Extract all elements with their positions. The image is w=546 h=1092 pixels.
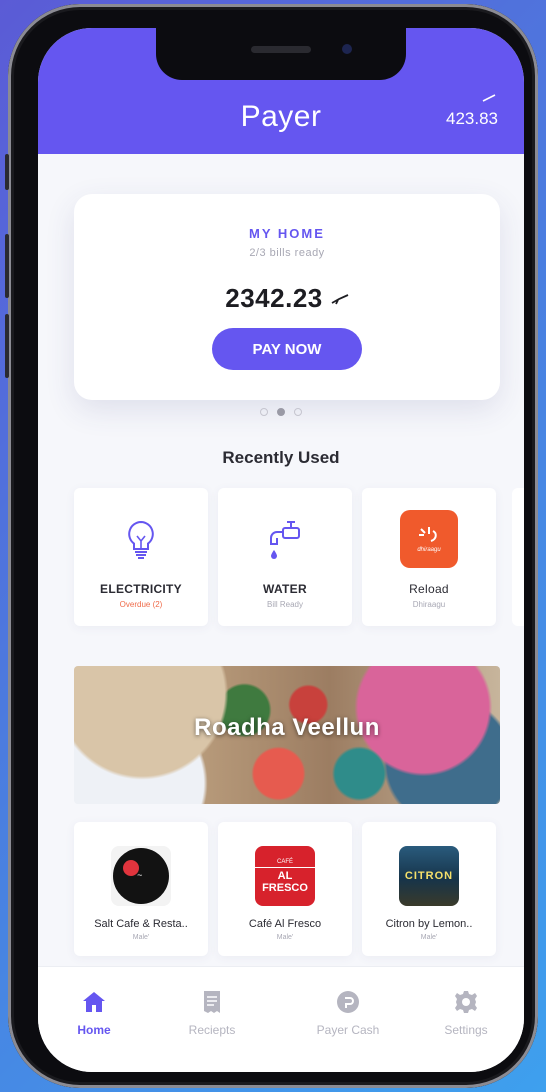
- service-tile-electricity[interactable]: ELECTRICITY Overdue (2): [74, 488, 208, 626]
- rufiyaa-currency-icon: [331, 293, 349, 304]
- rufiyaa-currency-icon: [482, 94, 496, 102]
- phone-notch: [156, 28, 406, 80]
- next-tile-peek[interactable]: [512, 488, 524, 626]
- volume-down-button: [5, 314, 9, 378]
- logo-small-text: CAFÉ: [276, 858, 293, 865]
- mute-switch: [5, 154, 9, 190]
- service-status: Overdue (2): [119, 600, 163, 609]
- phone-frame: Payer 423.83 MY HOME 2/3 bills ready 234…: [5, 4, 538, 1088]
- carousel-dot-active[interactable]: [277, 408, 285, 416]
- recently-used-heading: Recently Used: [222, 448, 340, 467]
- merchant-location: Male': [276, 934, 294, 941]
- merchant-name: Salt Cafe & Resta..: [94, 918, 188, 930]
- citron-logo-text: CITRON: [404, 870, 454, 882]
- carousel-dot[interactable]: [260, 408, 268, 416]
- payer-cash-icon: [298, 989, 398, 1015]
- merchant-name: Café Al Fresco: [248, 918, 322, 930]
- salt-logo-script: ~: [137, 870, 143, 880]
- service-label: WATER: [263, 582, 307, 596]
- tab-home[interactable]: Home: [44, 989, 144, 1037]
- wallet-balance[interactable]: 423.83: [446, 109, 498, 129]
- service-status: Dhiraagu: [412, 600, 446, 609]
- service-label: Reload: [409, 582, 449, 596]
- speaker: [251, 46, 311, 53]
- tab-receipts[interactable]: Reciepts: [162, 989, 262, 1037]
- merchant-list: ~ Salt Cafe & Resta.. Male' CAFÉ AL FRES…: [74, 822, 496, 956]
- tab-label: Home: [77, 1023, 111, 1037]
- bill-amount-value: 2342.23: [225, 283, 323, 313]
- logo-big-text: AL FRESCO: [255, 866, 315, 894]
- merchant-location: Male': [420, 934, 438, 941]
- carousel-dot[interactable]: [294, 408, 302, 416]
- bills-ready-status: 2/3 bills ready: [249, 247, 325, 259]
- service-label: ELECTRICITY: [100, 582, 182, 596]
- cafe-al-fresco-logo: CAFÉ AL FRESCO: [255, 846, 315, 906]
- salt-logo-disc: ~: [113, 848, 169, 904]
- bottom-tab-bar: Home Reciepts Payer Cash Settings: [38, 966, 524, 1072]
- service-status: Bill Ready: [266, 600, 303, 609]
- merchant-card[interactable]: CITRON Citron by Lemon.. Male': [362, 822, 496, 956]
- dhiraagu-mark-icon: [419, 527, 437, 542]
- merchant-location: Male': [132, 934, 150, 941]
- citron-logo: CITRON: [399, 846, 459, 906]
- bill-summary-card[interactable]: MY HOME 2/3 bills ready 2342.23 PAY NOW: [74, 194, 500, 400]
- app-screen: Payer 423.83 MY HOME 2/3 bills ready 234…: [38, 28, 524, 1072]
- carousel-indicator[interactable]: [38, 408, 524, 416]
- service-tile-water[interactable]: WATER Bill Ready: [218, 488, 352, 626]
- recently-used-list: ELECTRICITY Overdue (2) WATER Bill Ready: [74, 488, 496, 626]
- pay-now-button[interactable]: PAY NOW: [212, 328, 362, 370]
- merchant-card[interactable]: ~ Salt Cafe & Resta.. Male': [74, 822, 208, 956]
- tab-label: Reciepts: [188, 1023, 236, 1037]
- promo-banner[interactable]: Roadha Veellun: [74, 666, 500, 804]
- card-title: MY HOME: [249, 226, 325, 241]
- dhiraagu-logo: dhiraagu: [400, 510, 458, 568]
- water-tap-icon: [218, 518, 352, 564]
- banner-title: Roadha Veellun: [194, 714, 380, 741]
- merchant-card[interactable]: CAFÉ AL FRESCO Café Al Fresco Male': [218, 822, 352, 956]
- gear-icon: [416, 989, 516, 1015]
- service-tile-reload[interactable]: dhiraagu Reload Dhiraagu: [362, 488, 496, 626]
- tab-settings[interactable]: Settings: [416, 989, 516, 1037]
- tab-payer-cash[interactable]: Payer Cash: [298, 989, 398, 1037]
- reload-icon-wrap: dhiraagu: [362, 510, 496, 570]
- home-icon: [44, 989, 144, 1015]
- dhiraagu-logo-text: dhiraagu: [417, 547, 441, 553]
- front-camera: [342, 44, 352, 54]
- tab-label: Payer Cash: [316, 1023, 380, 1037]
- tab-label: Settings: [444, 1023, 488, 1037]
- volume-up-button: [5, 234, 9, 298]
- bill-amount: 2342.23: [74, 283, 500, 314]
- receipt-icon: [162, 989, 262, 1015]
- lightbulb-icon: [74, 518, 208, 564]
- salt-cafe-logo: ~: [111, 846, 171, 906]
- merchant-name: Citron by Lemon..: [385, 918, 473, 930]
